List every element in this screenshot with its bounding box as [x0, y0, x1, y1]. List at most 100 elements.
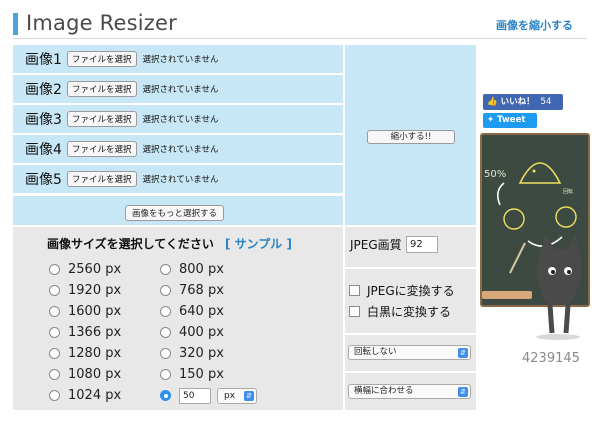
size-option-1366[interactable]: 1366 px	[49, 325, 121, 340]
select-arrows-icon: ⇵	[244, 391, 254, 401]
convert-jpeg-label: JPEGに変換する	[367, 284, 455, 298]
custom-size-input[interactable]: 50	[179, 388, 211, 404]
file-status: 選択されていません	[142, 115, 219, 125]
board-percent-text: 50%	[484, 169, 506, 180]
file-row-2: 画像2 ファイルを選択 選択されていません	[13, 75, 343, 103]
add-more-files-button[interactable]: 画像をもっと選択する	[125, 205, 225, 221]
radio-icon	[160, 306, 171, 317]
choose-file-button[interactable]: ファイルを選択	[67, 171, 137, 187]
size-option-custom[interactable]	[160, 390, 179, 401]
radio-icon	[49, 327, 60, 338]
size-option-label: 1024 px	[68, 388, 122, 403]
size-option-label: 1920 px	[68, 283, 122, 298]
radio-icon	[160, 327, 171, 338]
header-divider	[13, 38, 587, 39]
file-row-label: 画像5	[25, 172, 62, 188]
shrink-button[interactable]: 縮小する!!	[367, 130, 455, 144]
choose-file-button[interactable]: ファイルを選択	[67, 51, 137, 67]
thumbs-up-icon: 👍	[487, 97, 498, 107]
unit-select[interactable]: px ⇵	[217, 388, 257, 404]
cat-shadow	[536, 334, 580, 340]
radio-icon	[160, 369, 171, 380]
shrink-image-link[interactable]: 画像を縮小する	[496, 17, 573, 33]
fit-select[interactable]: 横幅に合わせる ⇵	[348, 384, 471, 399]
facebook-like-button[interactable]: 👍 いいね！ 54	[483, 94, 563, 110]
like-count: 54	[540, 97, 552, 107]
radio-icon	[160, 285, 171, 296]
twitter-bird-icon: ✦	[487, 115, 495, 125]
fit-select-value: 横幅に合わせる	[354, 386, 414, 396]
size-option-label: 768 px	[179, 283, 224, 298]
chalkboard-cat-illustration: 50% 回転	[480, 133, 590, 340]
title-accent-bar	[13, 13, 18, 35]
cat-pupil-left	[551, 270, 555, 274]
visitor-counter: 4239145	[522, 351, 580, 366]
size-option-label: 1280 px	[68, 346, 122, 361]
file-status: 選択されていません	[142, 85, 219, 95]
size-option-label: 2560 px	[68, 262, 122, 277]
size-option-1920[interactable]: 1920 px	[49, 283, 121, 298]
tweet-label: Tweet	[497, 115, 526, 125]
size-option-640[interactable]: 640 px	[160, 304, 224, 319]
file-status: 選択されていません	[142, 145, 219, 155]
size-option-2560[interactable]: 2560 px	[49, 262, 121, 277]
choose-file-button[interactable]: ファイルを選択	[67, 141, 137, 157]
radio-icon	[49, 285, 60, 296]
file-row-4: 画像4 ファイルを選択 選択されていません	[13, 135, 343, 163]
file-status: 選択されていません	[142, 55, 219, 65]
cat-legs	[547, 304, 571, 334]
size-option-label: 1366 px	[68, 325, 122, 340]
size-option-label: 640 px	[179, 304, 224, 319]
radio-icon	[160, 348, 171, 359]
file-row-3: 画像3 ファイルを選択 選択されていません	[13, 105, 343, 133]
select-arrows-icon: ⇵	[458, 348, 468, 358]
file-row-label: 画像3	[25, 112, 62, 128]
convert-bw-checkbox[interactable]: 白黒に変換する	[349, 303, 451, 320]
size-option-1600[interactable]: 1600 px	[49, 304, 121, 319]
convert-jpeg-checkbox[interactable]: JPEGに変換する	[349, 282, 455, 299]
jpeg-quality-input[interactable]: 92	[406, 236, 438, 253]
like-label: いいね！	[500, 97, 535, 107]
size-option-1280[interactable]: 1280 px	[49, 346, 121, 361]
rotate-select[interactable]: 回転しない ⇵	[348, 345, 471, 360]
sample-link[interactable]: [ サンプル ]	[225, 235, 292, 252]
choose-file-button[interactable]: ファイルを選択	[67, 111, 137, 127]
convert-bw-label: 白黒に変換する	[367, 305, 452, 319]
size-option-400[interactable]: 400 px	[160, 325, 224, 340]
size-option-label: 320 px	[179, 346, 224, 361]
convert-options-panel	[345, 269, 476, 333]
board-rotate-text: 回転	[563, 189, 573, 195]
size-option-label: 1080 px	[68, 367, 122, 382]
size-option-label: 1600 px	[68, 304, 122, 319]
select-arrows-icon: ⇵	[458, 387, 468, 397]
radio-icon	[49, 306, 60, 317]
file-row-1: 画像1 ファイルを選択 選択されていません	[13, 45, 343, 73]
unit-select-value: px	[224, 391, 236, 401]
file-row-5: 画像5 ファイルを選択 選択されていません	[13, 165, 343, 193]
size-option-768[interactable]: 768 px	[160, 283, 224, 298]
page-title: Image Resizer	[26, 11, 177, 35]
radio-icon	[160, 264, 171, 275]
size-option-320[interactable]: 320 px	[160, 346, 224, 361]
radio-selected-icon	[160, 390, 171, 401]
size-heading: 画像サイズを選択してください	[47, 237, 214, 251]
choose-file-button[interactable]: ファイルを選択	[67, 81, 137, 97]
size-option-1024[interactable]: 1024 px	[49, 388, 121, 403]
checkbox-icon	[349, 285, 360, 296]
file-row-label: 画像2	[25, 82, 62, 98]
size-option-150[interactable]: 150 px	[160, 367, 224, 382]
tweet-button[interactable]: ✦ Tweet	[483, 113, 537, 128]
file-row-label: 画像4	[25, 142, 62, 158]
size-option-label: 800 px	[179, 262, 224, 277]
radio-icon	[49, 369, 60, 380]
cat-pupil-right	[567, 270, 571, 274]
size-option-1080[interactable]: 1080 px	[49, 367, 121, 382]
file-row-label: 画像1	[25, 52, 62, 68]
size-option-800[interactable]: 800 px	[160, 262, 224, 277]
file-status: 選択されていません	[142, 175, 219, 185]
size-option-label: 400 px	[179, 325, 224, 340]
jpeg-quality-label: JPEG画質	[350, 238, 402, 252]
chalk-tray	[482, 291, 532, 299]
size-option-label: 150 px	[179, 367, 224, 382]
checkbox-icon	[349, 306, 360, 317]
